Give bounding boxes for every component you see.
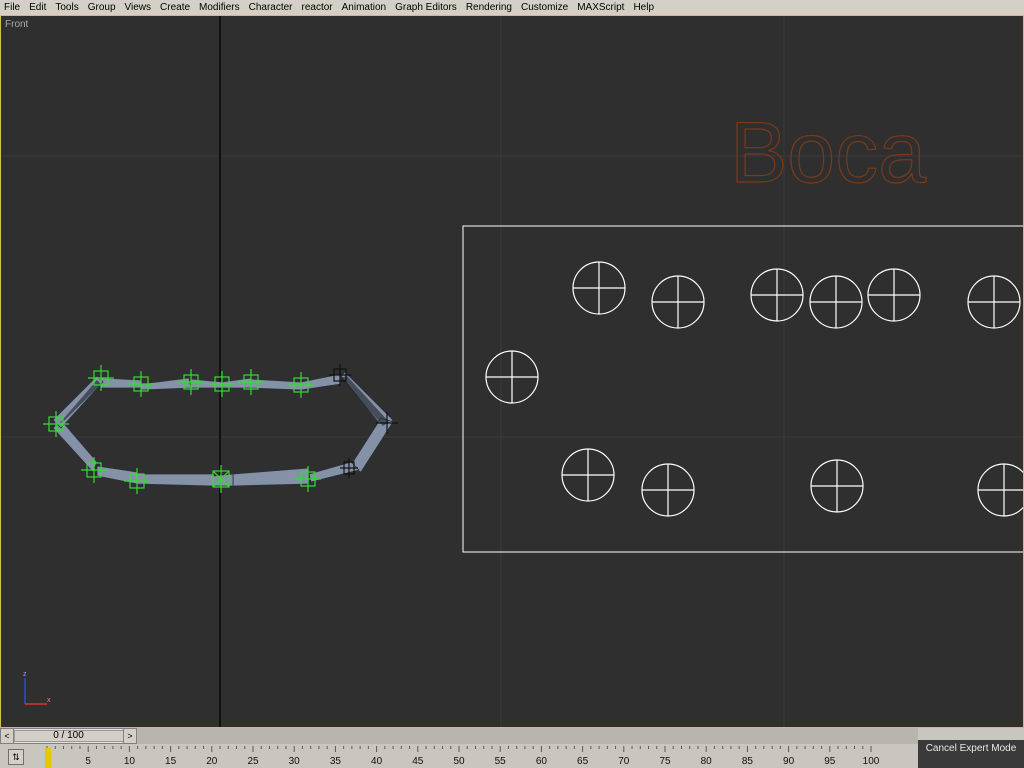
trackbar-tick-label: 95 xyxy=(824,756,836,767)
trackbar-tick-label: 50 xyxy=(453,756,465,767)
menu-edit[interactable]: Edit xyxy=(25,0,51,15)
menu-reactor[interactable]: reactor xyxy=(298,0,338,15)
svg-text:x: x xyxy=(47,697,51,704)
circle-control[interactable] xyxy=(867,268,921,322)
circle-control[interactable] xyxy=(967,275,1021,329)
menu-file[interactable]: File xyxy=(0,0,25,15)
trackbar-tick-label: 85 xyxy=(742,756,754,767)
trackbar-tick-label: 60 xyxy=(536,756,548,767)
menu-maxscript[interactable]: MAXScript xyxy=(573,0,629,15)
menu-customize[interactable]: Customize xyxy=(517,0,573,15)
trackbar-tick-label: 35 xyxy=(330,756,342,767)
menu-tools[interactable]: Tools xyxy=(51,0,83,15)
boca-text-object[interactable]: Boca xyxy=(729,104,926,201)
circle-controls xyxy=(485,261,1023,517)
trackbar-tick-label: 10 xyxy=(124,756,136,767)
cancel-expert-mode-button[interactable]: Cancel Expert Mode xyxy=(918,740,1024,758)
circle-control[interactable] xyxy=(651,275,705,329)
next-frame-button[interactable]: > xyxy=(123,729,136,743)
front-viewport[interactable]: Front Boca z x xyxy=(0,15,1024,728)
trackbar-tick-label: 40 xyxy=(371,756,383,767)
circle-control[interactable] xyxy=(572,261,626,315)
current-frame-marker[interactable] xyxy=(45,748,51,768)
timeline-area: < 0 / 100 > ⇅ 05101520253035404550556065… xyxy=(0,728,1024,768)
circle-control[interactable] xyxy=(750,268,804,322)
helper-point[interactable] xyxy=(209,371,235,397)
helper-point[interactable] xyxy=(128,371,154,397)
rectangle-spline[interactable] xyxy=(462,225,1023,553)
trackbar-tick-label: 20 xyxy=(206,756,218,767)
menu-create[interactable]: Create xyxy=(156,0,195,15)
axis-tripod: z x xyxy=(23,671,51,705)
circle-control[interactable] xyxy=(977,463,1023,517)
menu-group[interactable]: Group xyxy=(84,0,121,15)
trackbar-toggle-icon[interactable]: ⇅ xyxy=(8,749,24,765)
trackbar-tick-label: 70 xyxy=(618,756,630,767)
trackbar-tick-label: 100 xyxy=(863,756,880,767)
menu-modifiers[interactable]: Modifiers xyxy=(195,0,245,15)
trackbar-tick-label: 25 xyxy=(247,756,259,767)
circle-control[interactable] xyxy=(641,463,695,517)
svg-text:z: z xyxy=(23,671,27,678)
time-slider-track[interactable] xyxy=(137,728,918,744)
menu-rendering[interactable]: Rendering xyxy=(462,0,517,15)
trackbar-tick-label: 90 xyxy=(783,756,795,767)
circle-control[interactable] xyxy=(485,350,539,404)
trackbar-tick-label: 55 xyxy=(495,756,507,767)
helper-point[interactable] xyxy=(178,369,204,395)
trackbar-tick-label: 80 xyxy=(701,756,713,767)
circle-control[interactable] xyxy=(809,275,863,329)
time-slider[interactable]: < 0 / 100 > xyxy=(0,728,137,744)
menu-views[interactable]: Views xyxy=(121,0,157,15)
menu-help[interactable]: Help xyxy=(629,0,659,15)
trackbar-tick-label: 5 xyxy=(85,756,91,767)
trackbar-tick-label: 30 xyxy=(289,756,301,767)
menu-graph-editors[interactable]: Graph Editors xyxy=(391,0,462,15)
menu-animation[interactable]: Animation xyxy=(338,0,391,15)
trackbar[interactable]: 0510152025303540455055606570758085909510… xyxy=(45,746,918,768)
helper-point[interactable] xyxy=(238,369,264,395)
menu-character[interactable]: Character xyxy=(245,0,298,15)
menu-bar: File Edit Tools Group Views Create Modif… xyxy=(0,0,1024,16)
circle-control[interactable] xyxy=(810,459,864,513)
trackbar-tick-label: 45 xyxy=(412,756,424,767)
trackbar-tick-label: 75 xyxy=(659,756,671,767)
trackbar-tick-label: 15 xyxy=(165,756,177,767)
helper-point[interactable] xyxy=(288,372,314,398)
status-strip xyxy=(918,758,1024,768)
viewport-canvas[interactable]: Boca z x xyxy=(1,16,1023,727)
trackbar-tick-label: 65 xyxy=(577,756,589,767)
bones xyxy=(52,371,394,487)
circle-control[interactable] xyxy=(561,448,615,502)
frame-readout: 0 / 100 xyxy=(53,730,84,741)
